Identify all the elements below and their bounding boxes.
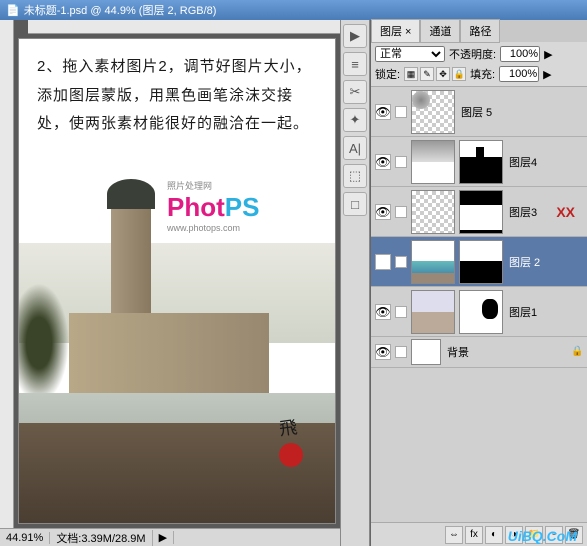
visibility-toggle[interactable]: 👁 [375,154,391,170]
layer-row[interactable]: 👁 背景 🔒 [371,337,587,368]
ruler-horizontal[interactable] [28,20,340,34]
lock-label: 锁定: [375,66,400,82]
tool-move-icon[interactable]: ▶ [343,24,367,48]
composite-image: 飛 [19,243,335,523]
lock-icon: 🔒 [571,346,583,358]
canvas-top: 2、拖入素材图片2，调节好图片大小，添加图层蒙版，用黑色画笔涂沫交接处，使两张素… [0,20,340,528]
visibility-toggle[interactable]: 👁 [375,344,391,360]
layer-thumb[interactable] [411,140,455,184]
link-toggle[interactable] [395,156,407,168]
visibility-toggle[interactable]: 👁 [375,304,391,320]
panel-tabs: 图层 × 通道 路径 [371,20,587,42]
layer-thumb[interactable] [411,339,441,365]
opacity-arrow-icon[interactable]: ▶ [544,48,552,61]
link-layers-icon[interactable]: ⇔ [445,526,463,544]
visibility-toggle[interactable]: 👁 [375,104,391,120]
layer-row[interactable]: 👁 图层 5 [371,87,587,137]
layer-row[interactable]: 👁 图层1 [371,287,587,337]
tool-type-icon[interactable]: A| [343,136,367,160]
lock-paint-icon[interactable]: ✎ [420,67,434,81]
layer-name[interactable]: 图层 5 [459,104,583,120]
tool-wand-icon[interactable]: ✦ [343,108,367,132]
ruler-vertical[interactable] [0,20,14,528]
tool-rect-icon[interactable]: □ [343,192,367,216]
fill-input[interactable] [499,66,539,82]
canvas-area: 2、拖入素材图片2，调节好图片大小，添加图层蒙版，用黑色画笔涂沫交接处，使两张素… [0,20,340,546]
tab-paths[interactable]: 路径 [460,19,500,43]
layer-name[interactable]: 背景 [445,344,567,360]
lock-transparent-icon[interactable]: ▦ [404,67,418,81]
status-bar: 44.91% 文档:3.39M/28.9M ▶ [0,528,340,546]
layer-row[interactable]: 👁 图层 2 [371,237,587,287]
status-arrow[interactable]: ▶ [153,531,174,544]
link-toggle[interactable] [395,206,407,218]
layer-row[interactable]: 👁 图层4 [371,137,587,187]
fx-icon[interactable]: fx [465,526,483,544]
visibility-toggle[interactable]: 👁 [375,204,391,220]
link-toggle[interactable] [395,346,407,358]
xx-annotation: XX [556,204,575,220]
zoom-level[interactable]: 44.91% [0,532,50,544]
brand-url: www.photops.com [167,223,259,233]
layer-name[interactable]: 图层 2 [507,254,583,270]
instruction-text: 2、拖入素材图片2，调节好图片大小，添加图层蒙版，用黑色画笔涂沫交接处，使两张素… [19,39,335,147]
opacity-label: 不透明度: [449,46,496,62]
link-toggle[interactable] [395,256,407,268]
layer-name[interactable]: 图层1 [507,304,583,320]
tab-layers[interactable]: 图层 × [371,19,420,43]
watermark: UiBQ.CoM [508,528,577,544]
visibility-toggle[interactable]: 👁 [375,254,391,270]
layers-list: 👁 图层 5 👁 图层4 👁 图层3 XX [371,87,587,522]
main-area: 2、拖入素材图片2，调节好图片大小，添加图层蒙版，用黑色画笔涂沫交接处，使两张素… [0,20,587,546]
mask-thumb[interactable] [459,140,503,184]
tool-menu-icon[interactable]: ≡ [343,52,367,76]
link-toggle[interactable] [395,306,407,318]
title-bar: 📄 未标题-1.psd @ 44.9% (图层 2, RGB/8) [0,0,587,20]
brand-ps: PS [225,192,260,222]
fill-arrow-icon[interactable]: ▶ [543,68,551,81]
lock-all-icon[interactable]: 🔒 [452,67,466,81]
tab-channels[interactable]: 通道 [420,19,460,43]
mask-thumb[interactable] [459,290,503,334]
seal-stamp: 飛 [279,413,315,473]
document-title: 未标题-1.psd @ 44.9% (图层 2, RGB/8) [24,2,217,18]
blend-mode-select[interactable]: 正常 [375,46,445,62]
lock-move-icon[interactable]: ✥ [436,67,450,81]
layer-thumb[interactable] [411,90,455,134]
layers-panel: 图层 × 通道 路径 正常 不透明度: ▶ 锁定: ▦ ✎ ✥ 🔒 填充: [370,20,587,546]
mask-thumb[interactable] [459,240,503,284]
psd-icon: 📄 [6,4,20,17]
canvas-wrap: 2、拖入素材图片2，调节好图片大小，添加图层蒙版，用黑色画笔涂沫交接处，使两张素… [14,20,340,528]
brand-tag: 照片处理网 [167,179,259,192]
mask-icon[interactable]: ◐ [485,526,503,544]
photops-logo: 照片处理网 PhotPS www.photops.com [167,179,259,233]
doc-size[interactable]: 文档:3.39M/28.9M [50,530,152,546]
tool-scissors-icon[interactable]: ✂ [343,80,367,104]
document-canvas[interactable]: 2、拖入素材图片2，调节好图片大小，添加图层蒙版，用黑色画笔涂沫交接处，使两张素… [18,38,336,524]
fill-label: 填充: [470,66,495,82]
layer-row[interactable]: 👁 图层3 XX [371,187,587,237]
layer-thumb[interactable] [411,290,455,334]
layer-thumb[interactable] [411,190,455,234]
brand-phot: Phot [167,192,225,222]
tool-crop-icon[interactable]: ⬚ [343,164,367,188]
opacity-input[interactable] [500,46,540,62]
tool-column: ▶ ≡ ✂ ✦ A| ⬚ □ [340,20,370,546]
link-toggle[interactable] [395,106,407,118]
mask-thumb[interactable] [459,190,503,234]
layer-thumb[interactable] [411,240,455,284]
layer-name[interactable]: 图层4 [507,154,583,170]
layer-options: 正常 不透明度: ▶ 锁定: ▦ ✎ ✥ 🔒 填充: ▶ [371,42,587,87]
